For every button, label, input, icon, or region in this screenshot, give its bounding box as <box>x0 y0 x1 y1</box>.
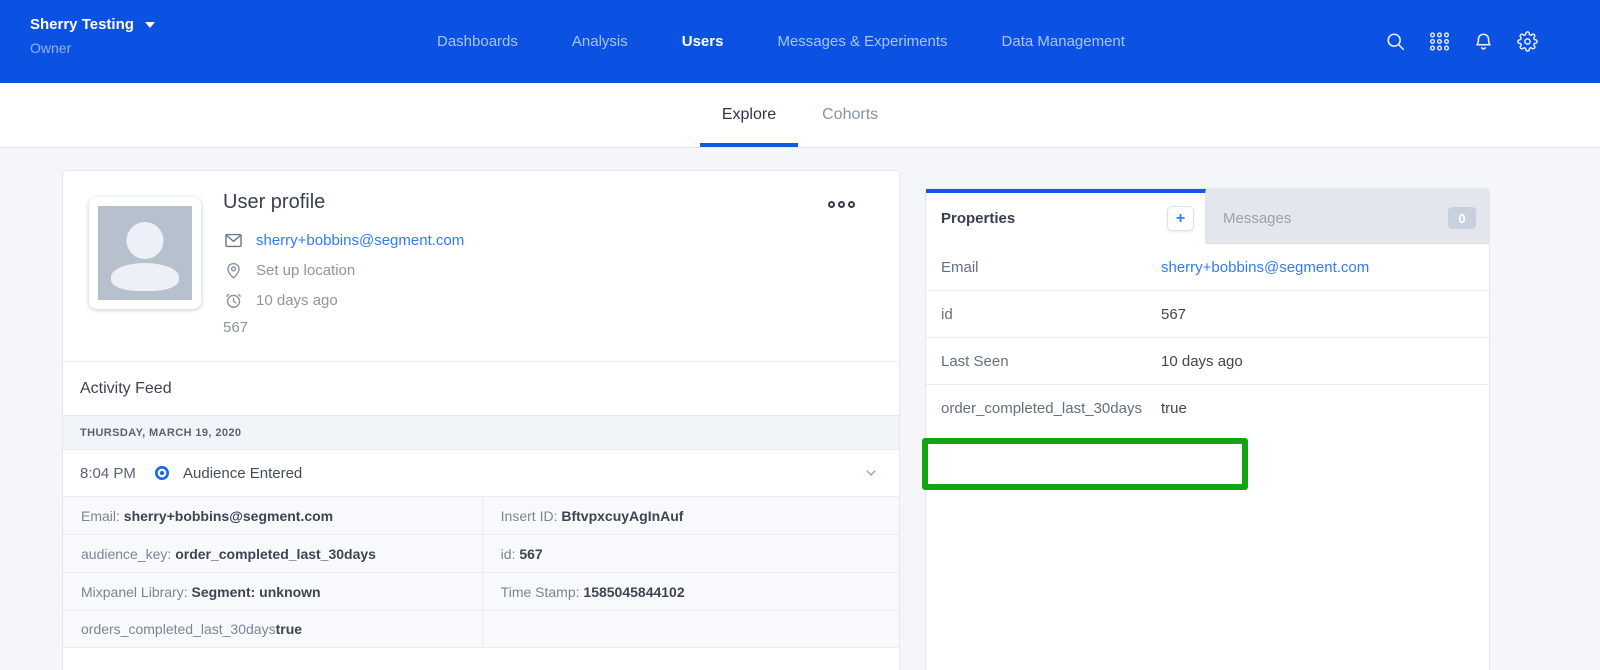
apps-grid-icon[interactable] <box>1429 31 1450 52</box>
settings-gear-icon[interactable] <box>1517 31 1538 52</box>
profile-title: User profile <box>223 191 464 214</box>
avatar-silhouette-shoulders <box>111 263 179 291</box>
event-name: Audience Entered <box>183 465 302 482</box>
chevron-down-icon <box>145 22 155 28</box>
menu-dot-icon <box>848 201 855 208</box>
workspace-name[interactable]: Sherry Testing <box>30 16 134 33</box>
property-value: true <box>1161 400 1187 417</box>
event-details-table: Email: sherry+bobbins@segment.com Insert… <box>63 496 899 648</box>
messages-count-badge: 0 <box>1448 207 1476 229</box>
tab-properties-label: Properties <box>941 210 1015 227</box>
tab-explore[interactable]: Explore <box>700 83 798 147</box>
activity-event-row[interactable]: 8:04 PM Audience Entered <box>63 450 899 496</box>
property-label: id <box>926 306 1161 323</box>
workspace-switcher[interactable]: Sherry Testing Owner <box>30 16 155 56</box>
menu-dot-icon <box>838 201 845 208</box>
main-menu: Dashboards Analysis Users Messages & Exp… <box>437 0 1125 83</box>
property-value: 10 days ago <box>1161 353 1243 370</box>
event-detail-cell: Insert ID: BftvpxcuyAgInAuf <box>483 496 899 534</box>
property-row-order-completed: order_completed_last_30days true <box>926 385 1489 432</box>
property-value: 567 <box>1161 306 1186 323</box>
notifications-bell-icon[interactable] <box>1473 31 1494 52</box>
chevron-down-icon[interactable] <box>863 465 879 481</box>
more-options-button[interactable] <box>828 201 855 208</box>
property-label: Email <box>926 259 1161 276</box>
search-icon[interactable] <box>1385 31 1406 52</box>
active-tab-underline <box>700 143 798 147</box>
event-detail-cell-empty <box>483 610 899 648</box>
event-detail-cell: Email: sherry+bobbins@segment.com <box>63 496 483 534</box>
tab-cohorts-label: Cohorts <box>822 106 878 124</box>
tab-messages[interactable]: Messages 0 <box>1206 189 1489 244</box>
profile-distinct-id: 567 <box>223 319 464 336</box>
tab-explore-label: Explore <box>722 106 776 124</box>
event-time: 8:04 PM <box>80 465 142 482</box>
event-detail-cell: orders_completed_last_30daystrue <box>63 610 483 648</box>
profile-location-row: Set up location <box>223 255 464 285</box>
panel-tabbar: Properties + Messages 0 <box>926 189 1489 244</box>
workspace-role: Owner <box>30 40 155 56</box>
event-detail-cell: audience_key: order_completed_last_30day… <box>63 534 483 572</box>
nav-item-users[interactable]: Users <box>682 33 724 50</box>
property-row-id: id 567 <box>926 291 1489 338</box>
property-value-email-link[interactable]: sherry+bobbins@segment.com <box>1161 259 1369 276</box>
nav-icon-group <box>1385 0 1538 83</box>
properties-table: Email sherry+bobbins@segment.com id 567 … <box>926 244 1489 432</box>
audience-entered-icon <box>154 465 170 481</box>
avatar <box>89 197 201 309</box>
profile-section: User profile sherry+bobbins@segment.com <box>63 171 899 361</box>
tab-properties[interactable]: Properties + <box>926 189 1206 244</box>
top-navigation-bar: Sherry Testing Owner Dashboards Analysis… <box>0 0 1600 83</box>
nav-item-analysis[interactable]: Analysis <box>572 33 628 50</box>
nav-item-data-management[interactable]: Data Management <box>1002 33 1125 50</box>
property-row-last-seen: Last Seen 10 days ago <box>926 338 1489 385</box>
properties-panel-card: Properties + Messages 0 Email sherry+bob… <box>925 188 1490 670</box>
location-pin-icon <box>223 260 243 280</box>
nav-item-messages-experiments[interactable]: Messages & Experiments <box>777 33 947 50</box>
avatar-silhouette-head <box>127 222 164 259</box>
profile-location-placeholder[interactable]: Set up location <box>256 262 355 279</box>
tab-messages-label: Messages <box>1223 210 1291 227</box>
property-label: order_completed_last_30days <box>926 400 1161 417</box>
activity-feed-footer-space <box>63 648 899 670</box>
property-label: Last Seen <box>926 353 1161 370</box>
event-detail-cell: Time Stamp: 1585045844102 <box>483 572 899 610</box>
activity-feed-header: Activity Feed <box>63 361 899 415</box>
user-profile-card: User profile sherry+bobbins@segment.com <box>62 170 900 670</box>
plus-icon: + <box>1176 210 1185 228</box>
add-property-button[interactable]: + <box>1167 206 1194 231</box>
event-detail-cell: Mixpanel Library: Segment: unknown <box>63 572 483 610</box>
alarm-clock-icon <box>223 290 243 310</box>
highlight-annotation-box <box>922 438 1248 490</box>
activity-feed-title: Activity Feed <box>80 380 172 398</box>
users-section-tabbar: Explore Cohorts <box>0 83 1600 148</box>
profile-email-row: sherry+bobbins@segment.com <box>223 225 464 255</box>
nav-item-dashboards[interactable]: Dashboards <box>437 33 518 50</box>
profile-last-seen-row: 10 days ago <box>223 285 464 315</box>
email-envelope-icon <box>223 230 243 250</box>
tab-cohorts[interactable]: Cohorts <box>800 83 900 147</box>
event-detail-cell: id: 567 <box>483 534 899 572</box>
profile-email-link[interactable]: sherry+bobbins@segment.com <box>256 232 464 249</box>
menu-dot-icon <box>828 201 835 208</box>
property-row-email: Email sherry+bobbins@segment.com <box>926 244 1489 291</box>
activity-date-header: THURSDAY, MARCH 19, 2020 <box>63 415 899 450</box>
profile-last-seen: 10 days ago <box>256 292 338 309</box>
activity-date-label: THURSDAY, MARCH 19, 2020 <box>80 427 241 439</box>
